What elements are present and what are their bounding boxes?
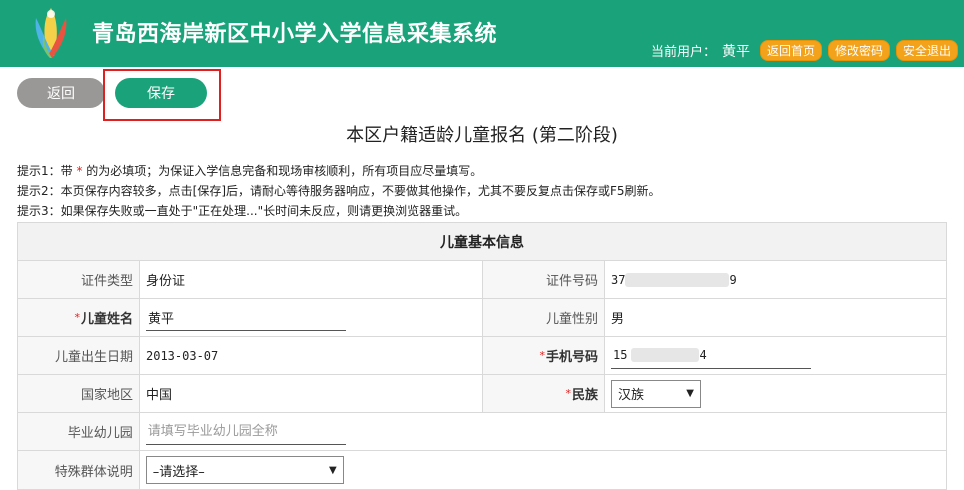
masked-id-number	[625, 272, 730, 287]
logout-button[interactable]: 安全退出	[895, 40, 958, 61]
id-type-value: 身份证	[140, 261, 483, 298]
required-star-icon: *	[565, 387, 571, 400]
form-row: 证件类型 身份证 证件号码 37 9	[18, 261, 946, 299]
id-number-label: 证件号码	[483, 261, 605, 298]
form-row: *儿童姓名 儿童性别 男	[18, 299, 946, 337]
current-user-label: 当前用户：	[650, 45, 716, 60]
child-name-input[interactable]	[146, 304, 346, 331]
app-logo-icon	[35, 8, 67, 58]
child-name-cell	[140, 299, 483, 336]
home-button[interactable]: 返回首页	[759, 40, 822, 61]
masked-phone-number	[631, 348, 700, 362]
back-button[interactable]: 返回	[17, 78, 105, 108]
current-user-name: 黄平	[721, 43, 750, 60]
kindergarten-label: 毕业幼儿园	[18, 413, 140, 450]
save-button[interactable]: 保存	[115, 78, 207, 108]
tip-1: 提示1：带 * 的为必填项；为保证入学信息完备和现场审核顺利，所有项目应尽量填写…	[17, 164, 483, 178]
child-info-form: 儿童基本信息 证件类型 身份证 证件号码 37 9 *儿童姓名 儿童性别 男 儿…	[17, 222, 947, 490]
app-header: 青岛西海岸新区中小学入学信息采集系统 当前用户： 黄平 返回首页 修改密码 安全…	[0, 0, 964, 67]
tips: 提示1：带 * 的为必填项；为保证入学信息完备和现场审核顺利，所有项目应尽量填写…	[17, 161, 661, 221]
tip-2: 提示2：本页保存内容较多，点击[保存]后，请耐心等待服务器响应，不要做其他操作，…	[17, 184, 661, 198]
id-type-label: 证件类型	[18, 261, 140, 298]
app-title: 青岛西海岸新区中小学入学信息采集系统	[92, 22, 498, 47]
birth-date-label: 儿童出生日期	[18, 337, 140, 374]
form-row: 毕业幼儿园	[18, 413, 946, 451]
page-title: 本区户籍适龄儿童报名 (第二阶段)	[346, 125, 618, 146]
ethnicity-cell: 汉族 ▼	[605, 375, 946, 412]
toolbar: 返回 保存	[0, 67, 964, 121]
required-star-icon: *	[74, 311, 80, 324]
change-password-button[interactable]: 修改密码	[827, 40, 890, 61]
tip-3: 提示3：如果保存失败或一直处于"正在处理..."长时间未反应，则请更换浏览器重试…	[17, 204, 468, 218]
chevron-down-icon: ▼	[329, 464, 337, 476]
child-name-label: * 儿童姓名	[18, 299, 140, 336]
section-title: 儿童基本信息	[18, 223, 946, 261]
special-group-label: 特殊群体说明	[18, 451, 140, 489]
form-row: 国家地区 中国 * 民族 汉族 ▼	[18, 375, 946, 413]
gender-label: 儿童性别	[483, 299, 605, 336]
ethnicity-label: * 民族	[483, 375, 605, 412]
country-value: 中国	[140, 375, 483, 412]
ethnicity-select[interactable]: 汉族 ▼	[611, 379, 701, 408]
special-group-cell: –请选择– ▼	[140, 451, 946, 489]
phone-label: * 手机号码	[483, 337, 605, 374]
chevron-down-icon: ▼	[686, 388, 694, 399]
form-row: 儿童出生日期 2013-03-07 * 手机号码 15 4	[18, 337, 946, 375]
user-bar: 当前用户： 黄平 返回首页 修改密码 安全退出	[651, 40, 958, 61]
required-star-icon: *	[539, 349, 545, 362]
birth-date-value: 2013-03-07	[140, 337, 483, 374]
kindergarten-cell	[140, 413, 946, 450]
gender-value: 男	[611, 312, 625, 327]
country-label: 国家地区	[18, 375, 140, 412]
form-row: 特殊群体说明 –请选择– ▼	[18, 451, 946, 489]
id-number-value: 37 9	[611, 272, 737, 287]
phone-cell: 15 4	[605, 337, 946, 374]
kindergarten-input[interactable]	[145, 418, 346, 445]
special-group-select[interactable]: –请选择– ▼	[145, 456, 344, 484]
phone-input[interactable]: 15 4	[611, 343, 811, 369]
